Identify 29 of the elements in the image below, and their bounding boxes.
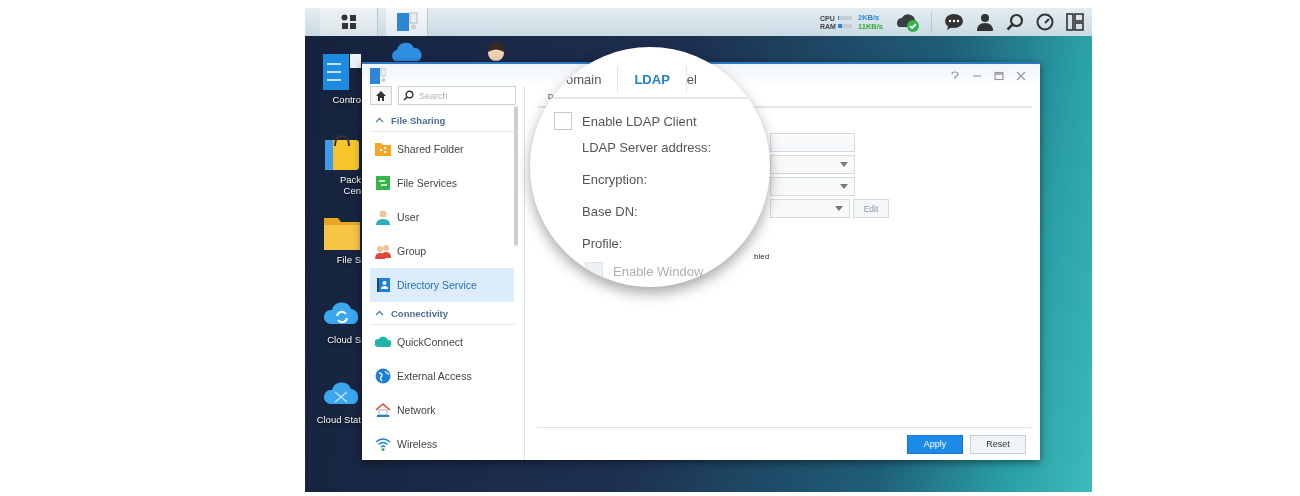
field-label: Base DN: (582, 203, 638, 219)
section-title[interactable]: File Sharing (391, 114, 446, 126)
sidebar-item[interactable]: External Access (370, 359, 514, 393)
checkbox-label: Enable LDAP Client (582, 113, 697, 129)
reset-button[interactable]: Reset (970, 434, 1026, 454)
tab[interactable]: LDAP (618, 71, 686, 87)
sidebar-item[interactable]: Shared Folder (370, 132, 514, 166)
sidebar-item[interactable]: Directory Service (370, 268, 514, 302)
sidebar-item[interactable]: Group (370, 234, 514, 268)
desktop-icon-label: Pack Cen (339, 174, 361, 196)
sidebar-item[interactable]: Network (370, 393, 514, 427)
search-field[interactable]: Search (398, 86, 516, 105)
apply-button[interactable]: Apply (907, 434, 963, 454)
field-label: Encryption: (582, 171, 648, 187)
section-title[interactable]: Connectivity (391, 307, 448, 319)
desktop-icon-label: Cloud S (327, 334, 361, 345)
tab[interactable]: el (686, 71, 713, 87)
desktop-icon-label: Cloud Stat (316, 414, 361, 425)
sidebar-item[interactable]: QuickConnect (370, 325, 514, 359)
sidebar-item[interactable]: File Services (370, 166, 514, 200)
desktop-icon-label: Contro (332, 94, 361, 105)
sidebar-item[interactable]: User (370, 200, 514, 234)
field-label: Profile: (582, 235, 623, 251)
tab[interactable]: omain (566, 71, 618, 87)
option-text: bled (754, 252, 770, 261)
desktop-icon-label: File S (336, 254, 361, 265)
sidebar-item[interactable]: Wireless (370, 427, 514, 461)
field-label: LDAP Server address: (582, 139, 712, 155)
checkbox-label: Enable Window (613, 263, 704, 279)
